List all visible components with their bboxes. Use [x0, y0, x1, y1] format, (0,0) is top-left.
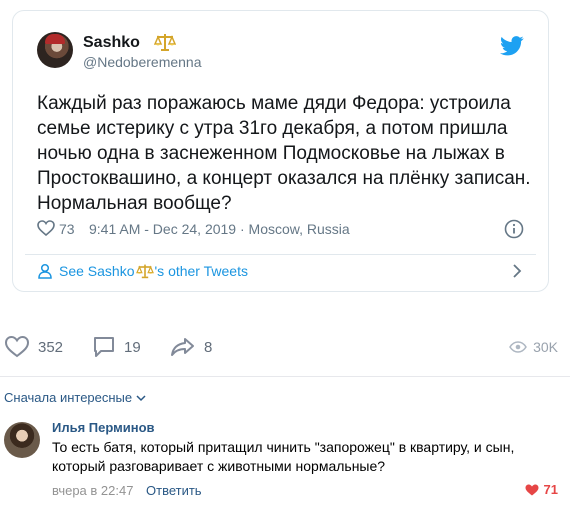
scales-emoji-icon	[154, 34, 176, 51]
chevron-down-icon	[136, 394, 146, 401]
scales-emoji-icon	[135, 264, 154, 279]
section-divider	[0, 376, 570, 377]
tweet-text: Каждый раз поражаюсь маме дяди Федора: у…	[37, 93, 531, 214]
share-icon	[171, 338, 194, 356]
comment-like-count: 71	[543, 482, 558, 497]
see-other-tweets-text[interactable]: See Sashko 's other Tweets	[59, 263, 248, 279]
heart-filled-icon	[525, 484, 539, 495]
views-counter: 30K	[509, 330, 558, 364]
author-handle[interactable]: @Nedoberemenna	[83, 54, 202, 70]
tweet-card[interactable]: Sashko @Nedoberemenna Каждый раз поражаю…	[12, 10, 549, 292]
author-name[interactable]: Sashko	[83, 34, 140, 52]
views-count: 30K	[533, 339, 558, 355]
reply-button[interactable]: Ответить	[146, 483, 202, 498]
twitter-bird-icon[interactable]	[500, 36, 524, 56]
commenter-name[interactable]: Илья Перминов	[52, 420, 155, 435]
share-count: 8	[204, 338, 213, 356]
post-actions: 352 19 8 30K	[0, 330, 570, 364]
comment-date[interactable]: вчера в 22:47	[52, 483, 133, 498]
comments-sort-dropdown[interactable]: Сначала интересные	[4, 390, 146, 405]
see-other-tweets-link[interactable]: See Sashko 's other Tweets	[37, 261, 528, 285]
see-other-tweets-suffix: 's other Tweets	[154, 263, 248, 279]
comment-text: То есть батя, который притащил чинить "з…	[52, 439, 515, 474]
chevron-right-icon[interactable]	[510, 263, 524, 279]
heart-icon	[4, 335, 30, 358]
like-button[interactable]: 352	[4, 330, 63, 364]
author-avatar[interactable]	[37, 32, 73, 68]
info-icon[interactable]	[504, 219, 524, 239]
like-count: 352	[38, 338, 64, 356]
eye-icon	[509, 341, 527, 353]
comment-button[interactable]: 19	[92, 330, 141, 364]
tweet-timestamp[interactable]: 9:41 AM - Dec 24, 2019 · Moscow, Russia	[89, 221, 350, 237]
tweet-divider	[25, 254, 536, 255]
comment-count: 19	[124, 338, 141, 356]
person-icon	[38, 263, 52, 279]
comment-item: Илья Перминов То есть батя, который прит…	[0, 416, 570, 506]
tweet-like-count: 73	[59, 221, 75, 237]
comment-icon	[94, 337, 114, 357]
tweet-header: Sashko @Nedoberemenna	[37, 32, 528, 76]
comments-sort-label: Сначала интересные	[4, 390, 133, 405]
tweet-meta: 73 9:41 AM - Dec 24, 2019 · Moscow, Russ…	[37, 219, 528, 241]
commenter-avatar[interactable]	[4, 422, 40, 458]
share-button[interactable]: 8	[170, 330, 212, 364]
comment-like-button[interactable]: 71	[525, 482, 558, 497]
heart-outline-icon[interactable]	[37, 220, 55, 236]
see-other-tweets-prefix: See Sashko	[59, 263, 135, 279]
